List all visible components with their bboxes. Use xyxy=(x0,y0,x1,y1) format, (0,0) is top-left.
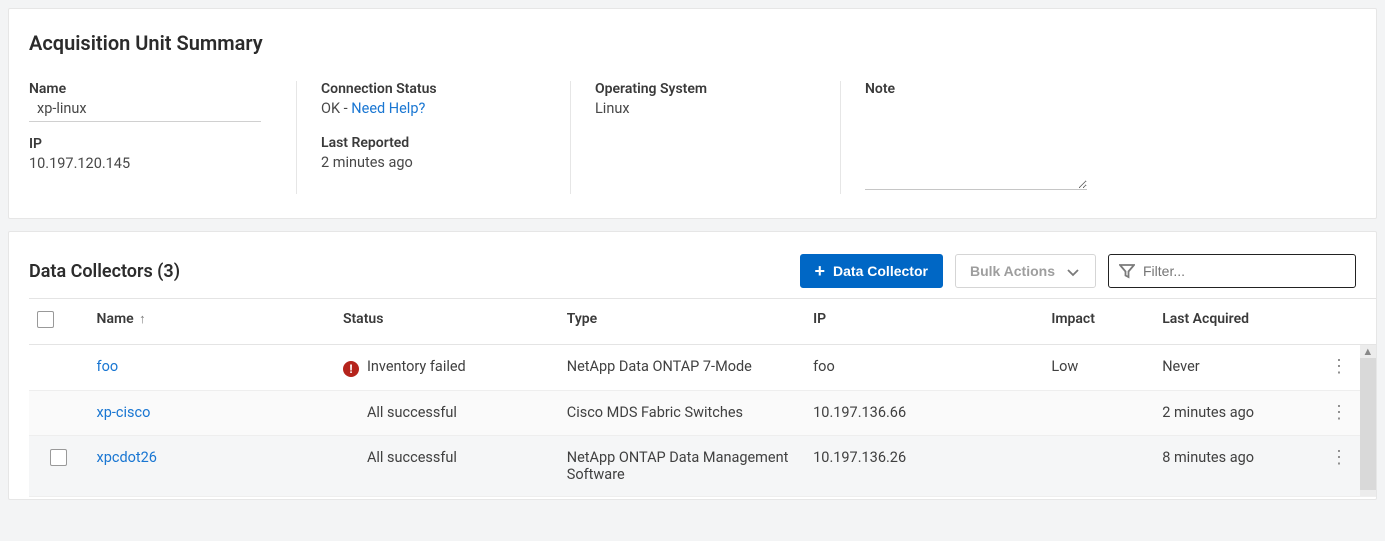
row-name-link[interactable]: xpcdot26 xyxy=(97,449,157,466)
table-row: xpcdot26 All successful NetApp ONTAP Data … xyxy=(29,436,1376,497)
row-status: All successful xyxy=(367,449,457,466)
header-ip[interactable]: IP xyxy=(805,299,1043,345)
acquisition-unit-summary-card: Acquisition Unit Summary Name xp-linux I… xyxy=(8,8,1377,219)
row-impact: Low xyxy=(1043,345,1154,391)
summary-row: Name xp-linux IP 10.197.120.145 Connecti… xyxy=(29,81,1356,194)
select-all-checkbox[interactable] xyxy=(37,311,54,328)
name-label: Name xyxy=(29,81,272,97)
row-ip: 10.197.136.66 xyxy=(805,391,1043,436)
note-textarea[interactable] xyxy=(865,104,1087,190)
summary-col-connection: Connection Status OK - Need Help? Last R… xyxy=(321,81,571,194)
row-last-acquired: 8 minutes ago xyxy=(1154,436,1318,497)
row-status: Inventory failed xyxy=(367,358,466,375)
header-impact[interactable]: Impact xyxy=(1043,299,1154,345)
table-row: foo! Inventory failed NetApp Data ONTAP 7-… xyxy=(29,345,1376,391)
summary-col-os: Operating System Linux xyxy=(595,81,841,194)
header-type[interactable]: Type xyxy=(559,299,805,345)
os-value: Linux xyxy=(595,100,816,117)
header-status[interactable]: Status xyxy=(335,299,559,345)
connection-status-sep: - xyxy=(340,100,351,117)
ip-label: IP xyxy=(29,136,272,152)
add-data-collector-button[interactable]: + Data Collector xyxy=(800,254,943,288)
scrollbar[interactable] xyxy=(1360,358,1376,490)
plus-icon: + xyxy=(815,262,826,280)
collectors-toolbar: Data Collectors (3) + Data Collector Bul… xyxy=(29,254,1376,288)
header-last-acquired[interactable]: Last Acquired xyxy=(1154,299,1318,345)
error-icon: ! xyxy=(343,361,359,377)
last-reported-label: Last Reported xyxy=(321,135,546,151)
name-input[interactable]: xp-linux xyxy=(29,100,261,122)
row-last-acquired: Never xyxy=(1154,345,1318,391)
need-help-link[interactable]: Need Help? xyxy=(351,100,425,117)
row-ip: foo xyxy=(805,345,1043,391)
add-data-collector-label: Data Collector xyxy=(833,263,928,279)
header-name[interactable]: Name ↑ xyxy=(89,299,335,345)
bulk-actions-button[interactable]: Bulk Actions xyxy=(955,254,1096,288)
note-label: Note xyxy=(865,81,1087,97)
row-last-acquired: 2 minutes ago xyxy=(1154,391,1318,436)
connection-status-label: Connection Status xyxy=(321,81,546,97)
summary-col-name-ip: Name xp-linux IP 10.197.120.145 xyxy=(29,81,297,194)
os-label: Operating System xyxy=(595,81,816,97)
filter-box[interactable] xyxy=(1108,254,1356,288)
row-checkbox[interactable] xyxy=(50,449,67,466)
last-reported-value: 2 minutes ago xyxy=(321,154,546,171)
data-collectors-card: Data Collectors (3) + Data Collector Bul… xyxy=(8,231,1377,500)
connection-status-ok: OK xyxy=(321,100,340,117)
scroll-up-icon[interactable]: ▲ xyxy=(1360,345,1376,358)
caret-down-icon xyxy=(1065,262,1081,279)
row-actions-menu[interactable]: ⋮ xyxy=(1330,447,1348,468)
table-row: xp-cisco All successful Cisco MDS Fabric S… xyxy=(29,391,1376,436)
row-impact xyxy=(1043,391,1154,436)
row-name-link[interactable]: foo xyxy=(97,358,119,375)
ip-value: 10.197.120.145 xyxy=(29,155,272,172)
connection-status-value: OK - Need Help? xyxy=(321,100,546,117)
row-impact xyxy=(1043,436,1154,497)
row-actions-menu[interactable]: ⋮ xyxy=(1330,356,1348,377)
bulk-actions-label: Bulk Actions xyxy=(970,263,1055,279)
row-ip: 10.197.136.26 xyxy=(805,436,1043,497)
name-value: xp-linux xyxy=(37,100,87,117)
collectors-title: Data Collectors (3) xyxy=(29,261,800,282)
summary-title: Acquisition Unit Summary xyxy=(29,31,1356,55)
row-type: NetApp Data ONTAP 7-Mode xyxy=(559,345,805,391)
row-type: NetApp ONTAP Data Management Software xyxy=(559,436,805,497)
collectors-header-row: Name ↑ Status Type IP Impact Last Acquir… xyxy=(29,299,1376,345)
collectors-table: Name ↑ Status Type IP Impact Last Acquir… xyxy=(29,298,1376,497)
summary-col-note: Note xyxy=(865,81,1356,194)
sort-asc-icon: ↑ xyxy=(139,312,146,327)
row-status: All successful xyxy=(367,404,457,421)
row-type: Cisco MDS Fabric Switches xyxy=(559,391,805,436)
row-actions-menu[interactable]: ⋮ xyxy=(1330,402,1348,423)
filter-icon xyxy=(1119,263,1135,279)
filter-input[interactable] xyxy=(1143,263,1345,279)
row-name-link[interactable]: xp-cisco xyxy=(97,404,151,421)
